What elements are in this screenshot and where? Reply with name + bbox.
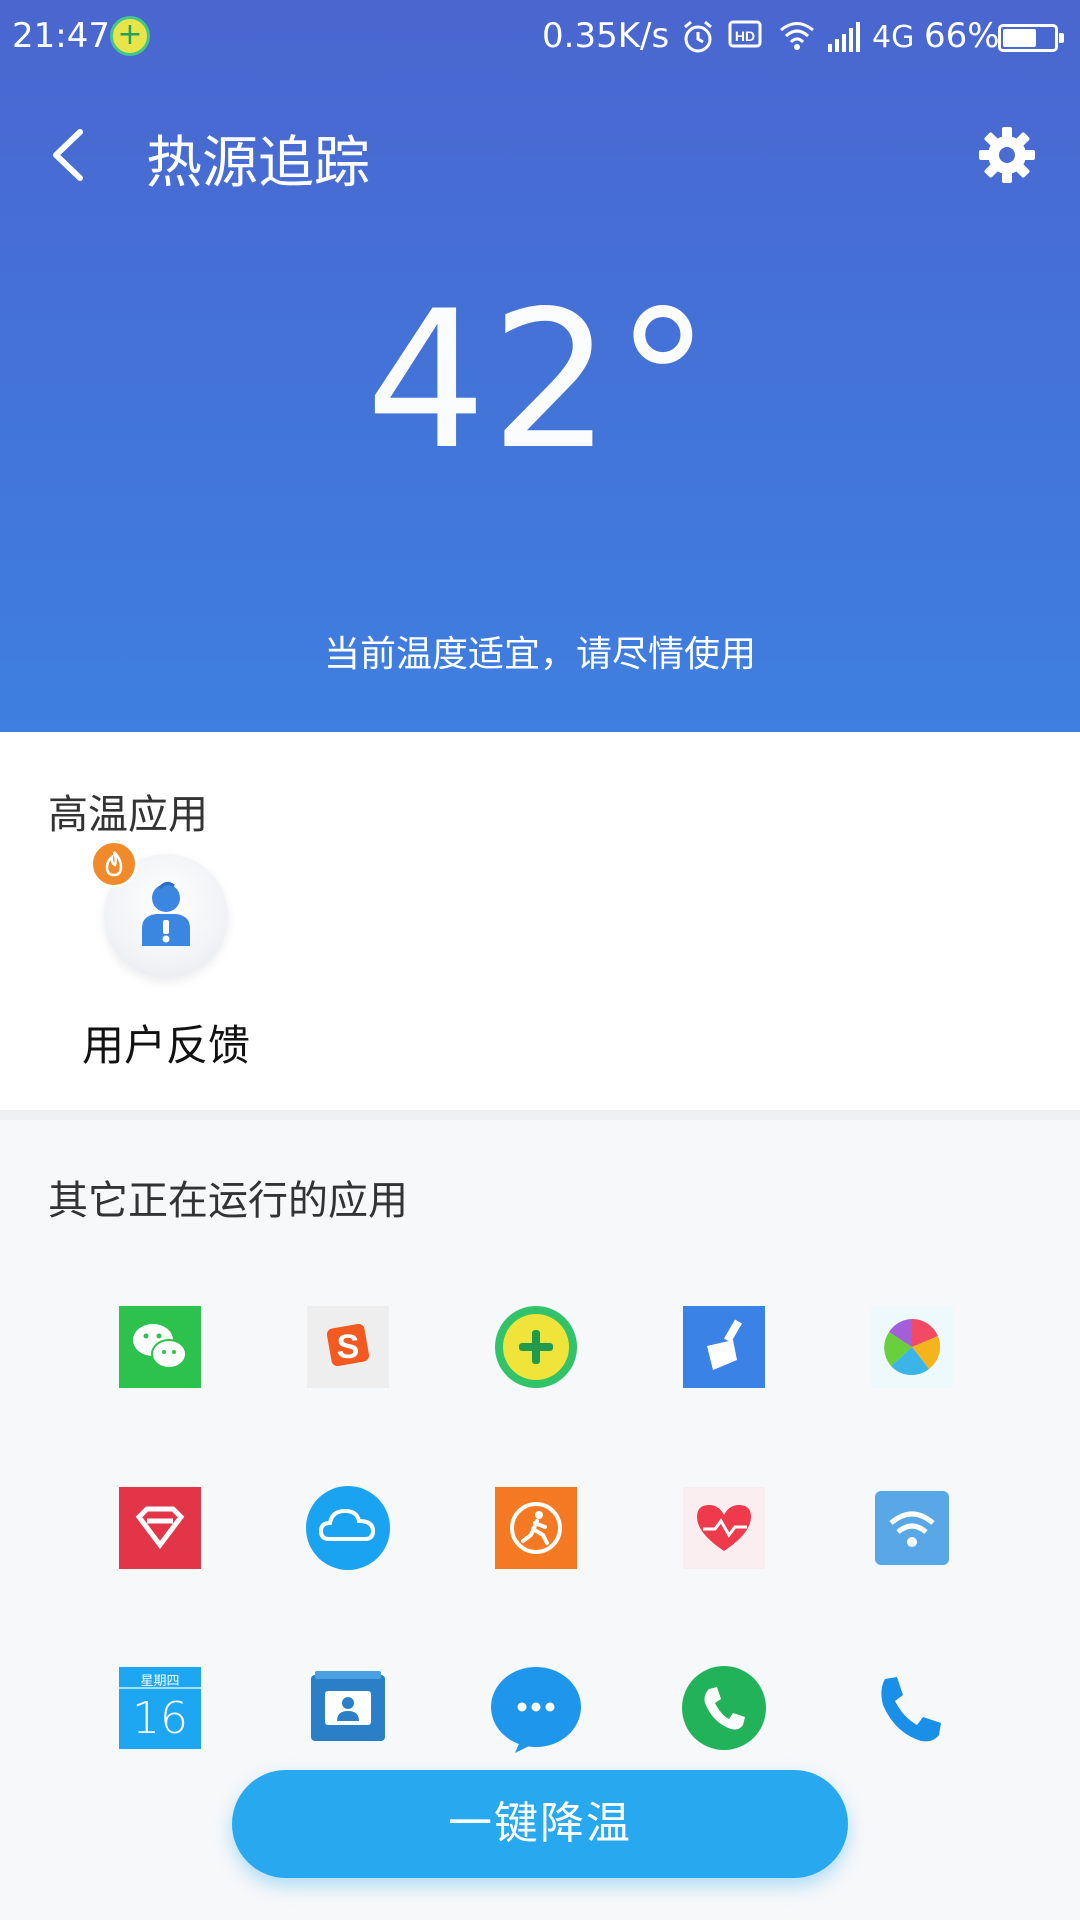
fire-icon bbox=[90, 840, 138, 888]
temperature-readout: 42° bbox=[0, 270, 1080, 491]
status-bar: 21:47 + 0.35K/s HD 4G 66% bbox=[0, 0, 1080, 78]
wifi-app-icon bbox=[875, 1491, 949, 1565]
running-app[interactable] bbox=[485, 1477, 585, 1577]
colorful-ball-icon bbox=[871, 1306, 953, 1388]
messages-app[interactable] bbox=[485, 1657, 585, 1757]
header-panel: 21:47 + 0.35K/s HD 4G 66% 热源追踪 42° 当前温度适… bbox=[0, 0, 1080, 732]
wifi-app[interactable] bbox=[861, 1477, 961, 1577]
sogou-app[interactable]: S bbox=[297, 1296, 397, 1396]
wechat-app[interactable] bbox=[109, 1296, 209, 1396]
red-diamond-icon bbox=[119, 1487, 201, 1569]
network-speed: 0.35K/s bbox=[542, 16, 670, 56]
calendar-day: 16 bbox=[132, 1693, 188, 1744]
phone-green-icon bbox=[682, 1666, 766, 1750]
contacts-icon bbox=[311, 1671, 385, 1741]
health-app[interactable] bbox=[673, 1477, 773, 1577]
dialer-app[interactable] bbox=[861, 1657, 961, 1757]
contacts-app[interactable] bbox=[297, 1657, 397, 1757]
sogou-input-icon: S bbox=[307, 1306, 389, 1388]
health-heart-icon bbox=[683, 1487, 765, 1569]
signal-icon bbox=[828, 22, 860, 52]
cleaner-app[interactable] bbox=[673, 1296, 773, 1396]
high-temp-section-title: 高温应用 bbox=[48, 792, 208, 838]
cloud-app[interactable] bbox=[297, 1477, 397, 1577]
page-title: 热源追踪 bbox=[146, 131, 370, 196]
section-divider bbox=[0, 1110, 1080, 1120]
status-time: 21:47 bbox=[12, 16, 110, 56]
temperature-message: 当前温度适宜，请尽情使用 bbox=[323, 634, 756, 675]
alarm-icon bbox=[684, 20, 712, 53]
battery-icon bbox=[998, 24, 1064, 52]
temperature-value: 42° bbox=[365, 270, 715, 491]
360-plus-icon bbox=[495, 1306, 577, 1388]
running-section-title: 其它正在运行的应用 bbox=[48, 1178, 408, 1224]
colorful-app[interactable] bbox=[861, 1296, 961, 1396]
gear-icon[interactable] bbox=[978, 126, 1036, 184]
hd-icon: HD bbox=[728, 20, 762, 48]
running-man-icon bbox=[495, 1487, 577, 1569]
battery-level bbox=[1003, 29, 1036, 47]
calendar-app[interactable]: 星期四 16 bbox=[109, 1657, 209, 1757]
back-arrow-icon[interactable] bbox=[40, 120, 100, 190]
phone-blue-icon bbox=[881, 1677, 941, 1742]
red-diamond-app[interactable] bbox=[109, 1477, 209, 1577]
wechat-icon bbox=[119, 1306, 201, 1388]
messages-icon bbox=[491, 1667, 581, 1753]
high-temp-section: 高温应用 用户反馈 bbox=[0, 732, 1080, 1110]
cool-down-button[interactable]: 一键降温 bbox=[232, 1770, 848, 1878]
battery-percent: 66% bbox=[924, 16, 1000, 56]
360-plus-app[interactable] bbox=[485, 1296, 585, 1396]
cloud-icon bbox=[306, 1486, 390, 1570]
cleaner-broom-icon bbox=[683, 1306, 765, 1388]
phone-app[interactable] bbox=[673, 1657, 773, 1757]
svg-text:S: S bbox=[337, 1328, 360, 1366]
wifi-icon bbox=[780, 22, 814, 50]
svg-text:HD: HD bbox=[735, 28, 755, 44]
network-type: 4G bbox=[872, 20, 915, 55]
calendar-weekday: 星期四 bbox=[140, 1674, 180, 1689]
360-security-icon: + bbox=[110, 16, 150, 56]
user-feedback-label: 用户反馈 bbox=[81, 1021, 250, 1070]
